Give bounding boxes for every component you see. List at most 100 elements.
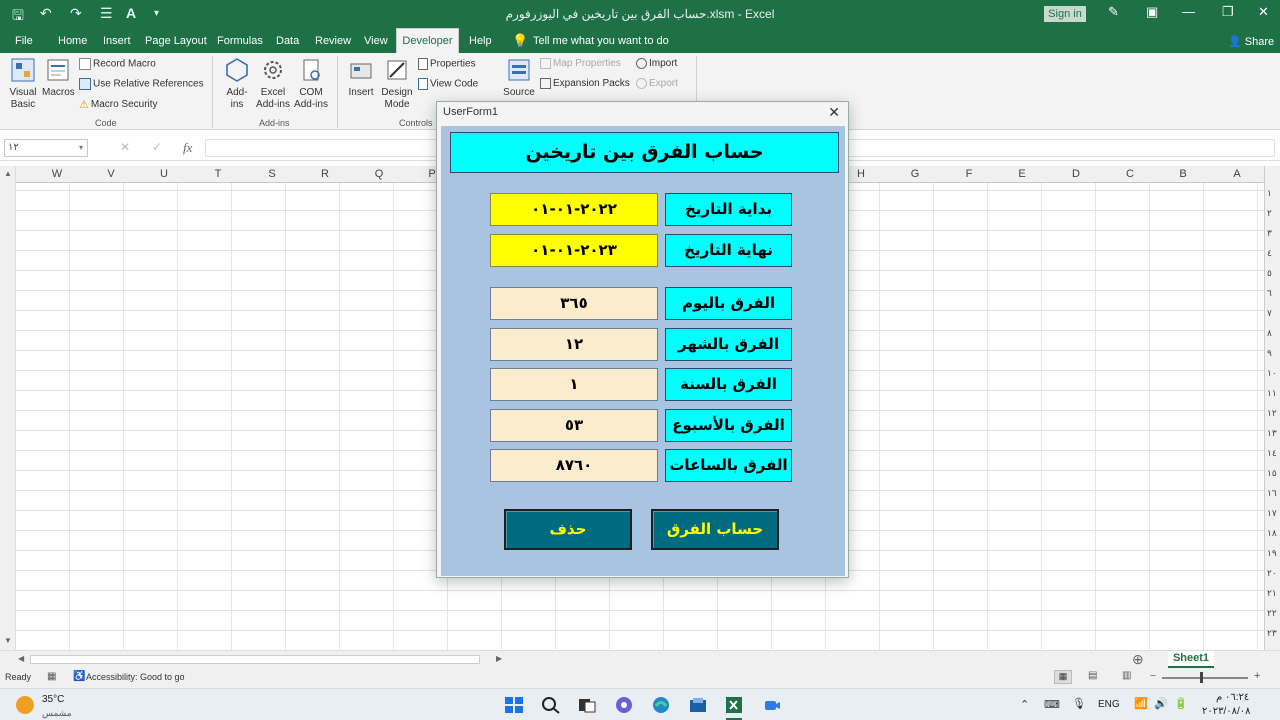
speaker-icon[interactable]: 🔊 [1154, 697, 1168, 710]
row-header[interactable]: ١٢ [1267, 408, 1277, 419]
row-header[interactable]: ١٠ [1267, 368, 1277, 379]
weeks-diff-field[interactable]: ٥٣ [490, 409, 658, 442]
chevron-up-icon[interactable]: ⌃ [1020, 698, 1029, 711]
minimize-icon[interactable]: — [1182, 4, 1195, 19]
language-indicator[interactable]: ENG [1098, 699, 1120, 710]
weather-condition[interactable]: مشمس [42, 708, 72, 719]
view-code-button[interactable]: View Code [418, 78, 478, 90]
row-header[interactable]: ٦ [1267, 288, 1272, 299]
row-header[interactable]: ٢٢ [1267, 608, 1277, 619]
column-header[interactable]: T [191, 168, 245, 180]
camera-app-icon[interactable] [762, 696, 782, 714]
add-ins-button[interactable]: Add-ins [221, 57, 253, 111]
insert-control-button[interactable]: Insert [345, 57, 377, 99]
start-icon[interactable] [504, 696, 524, 714]
row-header[interactable]: ٢٣ [1267, 628, 1277, 639]
start-date-input[interactable]: ٢٠٢٢-٠١-٠١ [490, 193, 658, 226]
normal-view-icon[interactable]: ▦ [1054, 670, 1072, 684]
zoom-slider-thumb[interactable] [1200, 672, 1203, 683]
scroll-up-icon[interactable]: ▲ [4, 169, 12, 178]
delete-button[interactable]: حذف [504, 509, 632, 550]
record-macro-button[interactable]: Record Macro [79, 58, 156, 70]
enter-icon[interactable]: ✓ [152, 140, 162, 154]
vertical-scrollbar[interactable]: ▲ ▼ [0, 166, 16, 650]
visual-basic-button[interactable]: Visual Basic [5, 57, 41, 111]
search-icon[interactable] [541, 696, 561, 714]
clock-time[interactable]: ٠٦:٢٤ م [1216, 692, 1249, 703]
row-header[interactable]: ٣ [1267, 228, 1272, 239]
export-button[interactable]: Export [636, 78, 678, 89]
map-properties-button[interactable]: Map Properties [540, 58, 621, 69]
scroll-left-icon[interactable]: ◀ [18, 654, 24, 663]
tell-me-search[interactable]: Tell me what you want to do [533, 35, 669, 47]
relative-references-button[interactable]: Use Relative References [79, 78, 204, 90]
ribbon-display-icon[interactable]: ▣ [1146, 4, 1158, 20]
accessibility-icon[interactable]: ♿ [73, 671, 85, 682]
hours-diff-field[interactable]: ٨٧٦٠ [490, 449, 658, 482]
column-header[interactable]: U [137, 168, 191, 180]
weather-temperature[interactable]: 35°C [42, 694, 64, 705]
expansion-packs-button[interactable]: Expansion Packs [540, 78, 630, 89]
pen-icon[interactable]: ✎ [1108, 4, 1119, 20]
insert-function-icon[interactable]: fx [183, 140, 192, 156]
end-date-input[interactable]: ٢٠٢٣-٠١-٠١ [490, 234, 658, 267]
row-header[interactable]: ٤ [1267, 248, 1272, 259]
task-view-icon[interactable] [577, 696, 597, 714]
tab-review[interactable]: Review [315, 35, 351, 47]
column-header[interactable]: D [1049, 168, 1103, 180]
tab-developer[interactable]: Developer [396, 28, 459, 53]
sign-in-button[interactable]: Sign in [1044, 6, 1086, 22]
file-explorer-icon[interactable] [688, 696, 708, 714]
row-header[interactable]: ١٣ [1267, 428, 1277, 439]
xml-source-button[interactable]: Source [502, 57, 536, 99]
chat-icon[interactable] [614, 696, 634, 714]
name-box[interactable]: ١٢ ▾ [4, 139, 88, 157]
column-header[interactable]: F [942, 168, 996, 180]
page-break-icon[interactable]: ▥ [1122, 670, 1131, 681]
tab-help[interactable]: Help [469, 35, 492, 47]
row-header[interactable]: ٩ [1267, 348, 1272, 359]
calculate-difference-button[interactable]: حساب الفرق [651, 509, 779, 550]
column-header[interactable]: W [30, 168, 84, 180]
design-mode-button[interactable]: Design Mode [380, 57, 414, 111]
row-header[interactable]: ٢٠ [1267, 568, 1277, 579]
tab-view[interactable]: View [364, 35, 388, 47]
row-header[interactable]: ١٧ [1267, 508, 1277, 519]
macro-security-button[interactable]: ⚠ Macro Security [79, 98, 158, 111]
column-header[interactable]: S [245, 168, 299, 180]
row-header[interactable]: ١١ [1267, 388, 1277, 399]
row-header[interactable]: ١٤ [1267, 448, 1277, 459]
tab-insert[interactable]: Insert [103, 35, 131, 47]
row-header[interactable]: ٧ [1267, 308, 1272, 319]
row-header[interactable]: ١٨ [1267, 528, 1277, 539]
row-header[interactable]: ١٥ [1267, 468, 1277, 479]
days-diff-field[interactable]: ٣٦٥ [490, 287, 658, 320]
maximize-icon[interactable]: ❐ [1222, 4, 1234, 20]
scroll-right-icon[interactable]: ▶ [496, 654, 502, 663]
excel-add-ins-button[interactable]: Excel Add-ins [255, 57, 291, 111]
weather-sun-icon[interactable] [16, 696, 34, 714]
com-add-ins-button[interactable]: COM Add-ins [293, 57, 329, 111]
properties-button[interactable]: Properties [418, 58, 476, 70]
row-header[interactable]: ٢ [1267, 208, 1272, 219]
tab-data[interactable]: Data [276, 35, 299, 47]
zoom-out-icon[interactable]: − [1150, 671, 1156, 682]
wifi-icon[interactable]: 📶 [1134, 697, 1148, 710]
share-button[interactable]: 👤 Share [1228, 35, 1274, 48]
sheet-tab[interactable]: Sheet1 [1168, 651, 1214, 668]
new-sheet-icon[interactable]: ⊕ [1132, 651, 1144, 668]
column-header[interactable]: G [888, 168, 942, 180]
clock-date[interactable]: ٢٠٢٣/٠٨/٠٨ [1202, 706, 1251, 717]
row-header[interactable]: ١٦ [1267, 488, 1277, 499]
cancel-icon[interactable]: ✕ [120, 140, 130, 154]
microphone-icon[interactable]: 🎙 [1072, 697, 1086, 710]
column-header[interactable]: V [84, 168, 138, 180]
page-layout-icon[interactable]: ▤ [1088, 670, 1097, 681]
column-header[interactable]: E [995, 168, 1049, 180]
close-icon[interactable]: ✕ [828, 104, 840, 121]
close-icon[interactable]: ✕ [1258, 4, 1269, 20]
keyboard-icon[interactable]: ⌨ [1044, 698, 1060, 711]
tab-formulas[interactable]: Formulas [217, 35, 263, 47]
column-header[interactable]: Q [352, 168, 406, 180]
tab-file[interactable]: File [15, 35, 33, 47]
